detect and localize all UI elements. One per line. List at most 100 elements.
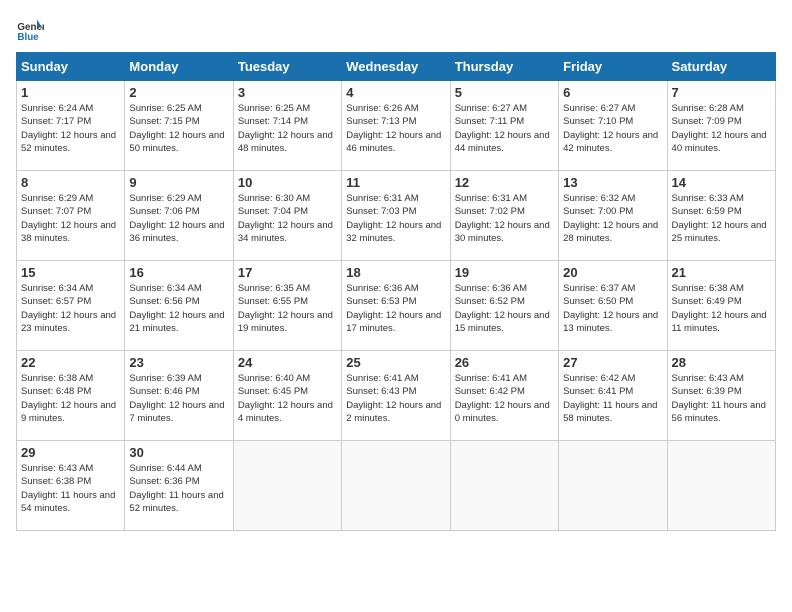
day-info: Sunrise: 6:41 AMSunset: 6:43 PMDaylight:… bbox=[346, 372, 445, 425]
calendar-day-27: 27 Sunrise: 6:42 AMSunset: 6:41 PMDaylig… bbox=[559, 351, 667, 441]
header-tuesday: Tuesday bbox=[233, 53, 341, 81]
day-number: 24 bbox=[238, 355, 337, 370]
calendar-day-26: 26 Sunrise: 6:41 AMSunset: 6:42 PMDaylig… bbox=[450, 351, 558, 441]
day-number: 27 bbox=[563, 355, 662, 370]
calendar-week-3: 15 Sunrise: 6:34 AMSunset: 6:57 PMDaylig… bbox=[17, 261, 776, 351]
calendar-day-13: 13 Sunrise: 6:32 AMSunset: 7:00 PMDaylig… bbox=[559, 171, 667, 261]
calendar-day-2: 2 Sunrise: 6:25 AMSunset: 7:15 PMDayligh… bbox=[125, 81, 233, 171]
calendar-day-12: 12 Sunrise: 6:31 AMSunset: 7:02 PMDaylig… bbox=[450, 171, 558, 261]
day-info: Sunrise: 6:28 AMSunset: 7:09 PMDaylight:… bbox=[672, 102, 771, 155]
day-number: 10 bbox=[238, 175, 337, 190]
calendar-day-empty bbox=[667, 441, 775, 531]
day-info: Sunrise: 6:43 AMSunset: 6:39 PMDaylight:… bbox=[672, 372, 771, 425]
calendar-day-22: 22 Sunrise: 6:38 AMSunset: 6:48 PMDaylig… bbox=[17, 351, 125, 441]
day-number: 28 bbox=[672, 355, 771, 370]
calendar-day-25: 25 Sunrise: 6:41 AMSunset: 6:43 PMDaylig… bbox=[342, 351, 450, 441]
calendar-day-17: 17 Sunrise: 6:35 AMSunset: 6:55 PMDaylig… bbox=[233, 261, 341, 351]
day-number: 15 bbox=[21, 265, 120, 280]
calendar-week-4: 22 Sunrise: 6:38 AMSunset: 6:48 PMDaylig… bbox=[17, 351, 776, 441]
day-number: 1 bbox=[21, 85, 120, 100]
calendar-day-empty bbox=[342, 441, 450, 531]
calendar-week-1: 1 Sunrise: 6:24 AMSunset: 7:17 PMDayligh… bbox=[17, 81, 776, 171]
header-wednesday: Wednesday bbox=[342, 53, 450, 81]
calendar-day-28: 28 Sunrise: 6:43 AMSunset: 6:39 PMDaylig… bbox=[667, 351, 775, 441]
calendar-day-18: 18 Sunrise: 6:36 AMSunset: 6:53 PMDaylig… bbox=[342, 261, 450, 351]
calendar-day-11: 11 Sunrise: 6:31 AMSunset: 7:03 PMDaylig… bbox=[342, 171, 450, 261]
day-number: 22 bbox=[21, 355, 120, 370]
calendar-week-5: 29 Sunrise: 6:43 AMSunset: 6:38 PMDaylig… bbox=[17, 441, 776, 531]
day-info: Sunrise: 6:33 AMSunset: 6:59 PMDaylight:… bbox=[672, 192, 771, 245]
day-info: Sunrise: 6:31 AMSunset: 7:03 PMDaylight:… bbox=[346, 192, 445, 245]
calendar-day-21: 21 Sunrise: 6:38 AMSunset: 6:49 PMDaylig… bbox=[667, 261, 775, 351]
day-number: 5 bbox=[455, 85, 554, 100]
day-info: Sunrise: 6:31 AMSunset: 7:02 PMDaylight:… bbox=[455, 192, 554, 245]
day-number: 4 bbox=[346, 85, 445, 100]
day-number: 18 bbox=[346, 265, 445, 280]
day-number: 16 bbox=[129, 265, 228, 280]
header-thursday: Thursday bbox=[450, 53, 558, 81]
day-number: 21 bbox=[672, 265, 771, 280]
header-friday: Friday bbox=[559, 53, 667, 81]
day-info: Sunrise: 6:36 AMSunset: 6:52 PMDaylight:… bbox=[455, 282, 554, 335]
calendar-week-2: 8 Sunrise: 6:29 AMSunset: 7:07 PMDayligh… bbox=[17, 171, 776, 261]
calendar-day-24: 24 Sunrise: 6:40 AMSunset: 6:45 PMDaylig… bbox=[233, 351, 341, 441]
day-info: Sunrise: 6:34 AMSunset: 6:57 PMDaylight:… bbox=[21, 282, 120, 335]
day-info: Sunrise: 6:36 AMSunset: 6:53 PMDaylight:… bbox=[346, 282, 445, 335]
day-info: Sunrise: 6:44 AMSunset: 6:36 PMDaylight:… bbox=[129, 462, 228, 515]
day-number: 6 bbox=[563, 85, 662, 100]
day-number: 2 bbox=[129, 85, 228, 100]
header-saturday: Saturday bbox=[667, 53, 775, 81]
day-number: 12 bbox=[455, 175, 554, 190]
day-number: 7 bbox=[672, 85, 771, 100]
day-number: 19 bbox=[455, 265, 554, 280]
day-info: Sunrise: 6:39 AMSunset: 6:46 PMDaylight:… bbox=[129, 372, 228, 425]
day-info: Sunrise: 6:25 AMSunset: 7:14 PMDaylight:… bbox=[238, 102, 337, 155]
day-info: Sunrise: 6:41 AMSunset: 6:42 PMDaylight:… bbox=[455, 372, 554, 425]
calendar-day-23: 23 Sunrise: 6:39 AMSunset: 6:46 PMDaylig… bbox=[125, 351, 233, 441]
day-number: 20 bbox=[563, 265, 662, 280]
calendar-day-6: 6 Sunrise: 6:27 AMSunset: 7:10 PMDayligh… bbox=[559, 81, 667, 171]
day-info: Sunrise: 6:32 AMSunset: 7:00 PMDaylight:… bbox=[563, 192, 662, 245]
day-info: Sunrise: 6:24 AMSunset: 7:17 PMDaylight:… bbox=[21, 102, 120, 155]
day-info: Sunrise: 6:29 AMSunset: 7:06 PMDaylight:… bbox=[129, 192, 228, 245]
calendar-day-10: 10 Sunrise: 6:30 AMSunset: 7:04 PMDaylig… bbox=[233, 171, 341, 261]
header-row: SundayMondayTuesdayWednesdayThursdayFrid… bbox=[17, 53, 776, 81]
day-info: Sunrise: 6:43 AMSunset: 6:38 PMDaylight:… bbox=[21, 462, 120, 515]
day-number: 17 bbox=[238, 265, 337, 280]
calendar-day-29: 29 Sunrise: 6:43 AMSunset: 6:38 PMDaylig… bbox=[17, 441, 125, 531]
day-number: 3 bbox=[238, 85, 337, 100]
day-info: Sunrise: 6:38 AMSunset: 6:49 PMDaylight:… bbox=[672, 282, 771, 335]
calendar-day-19: 19 Sunrise: 6:36 AMSunset: 6:52 PMDaylig… bbox=[450, 261, 558, 351]
day-info: Sunrise: 6:27 AMSunset: 7:10 PMDaylight:… bbox=[563, 102, 662, 155]
calendar-day-1: 1 Sunrise: 6:24 AMSunset: 7:17 PMDayligh… bbox=[17, 81, 125, 171]
logo-icon: General Blue bbox=[16, 16, 44, 44]
day-number: 29 bbox=[21, 445, 120, 460]
calendar-day-3: 3 Sunrise: 6:25 AMSunset: 7:14 PMDayligh… bbox=[233, 81, 341, 171]
day-info: Sunrise: 6:38 AMSunset: 6:48 PMDaylight:… bbox=[21, 372, 120, 425]
day-info: Sunrise: 6:26 AMSunset: 7:13 PMDaylight:… bbox=[346, 102, 445, 155]
calendar-table: SundayMondayTuesdayWednesdayThursdayFrid… bbox=[16, 52, 776, 531]
day-number: 23 bbox=[129, 355, 228, 370]
day-info: Sunrise: 6:35 AMSunset: 6:55 PMDaylight:… bbox=[238, 282, 337, 335]
day-number: 14 bbox=[672, 175, 771, 190]
calendar-day-empty bbox=[450, 441, 558, 531]
calendar-day-20: 20 Sunrise: 6:37 AMSunset: 6:50 PMDaylig… bbox=[559, 261, 667, 351]
calendar-day-empty bbox=[233, 441, 341, 531]
calendar-day-30: 30 Sunrise: 6:44 AMSunset: 6:36 PMDaylig… bbox=[125, 441, 233, 531]
calendar-day-15: 15 Sunrise: 6:34 AMSunset: 6:57 PMDaylig… bbox=[17, 261, 125, 351]
day-info: Sunrise: 6:29 AMSunset: 7:07 PMDaylight:… bbox=[21, 192, 120, 245]
calendar-day-empty bbox=[559, 441, 667, 531]
header-sunday: Sunday bbox=[17, 53, 125, 81]
logo: General Blue bbox=[16, 16, 48, 44]
day-number: 13 bbox=[563, 175, 662, 190]
day-info: Sunrise: 6:30 AMSunset: 7:04 PMDaylight:… bbox=[238, 192, 337, 245]
day-info: Sunrise: 6:42 AMSunset: 6:41 PMDaylight:… bbox=[563, 372, 662, 425]
svg-text:Blue: Blue bbox=[17, 32, 39, 43]
calendar-day-8: 8 Sunrise: 6:29 AMSunset: 7:07 PMDayligh… bbox=[17, 171, 125, 261]
day-number: 11 bbox=[346, 175, 445, 190]
header-monday: Monday bbox=[125, 53, 233, 81]
day-info: Sunrise: 6:25 AMSunset: 7:15 PMDaylight:… bbox=[129, 102, 228, 155]
calendar-day-14: 14 Sunrise: 6:33 AMSunset: 6:59 PMDaylig… bbox=[667, 171, 775, 261]
calendar-day-4: 4 Sunrise: 6:26 AMSunset: 7:13 PMDayligh… bbox=[342, 81, 450, 171]
calendar-day-5: 5 Sunrise: 6:27 AMSunset: 7:11 PMDayligh… bbox=[450, 81, 558, 171]
